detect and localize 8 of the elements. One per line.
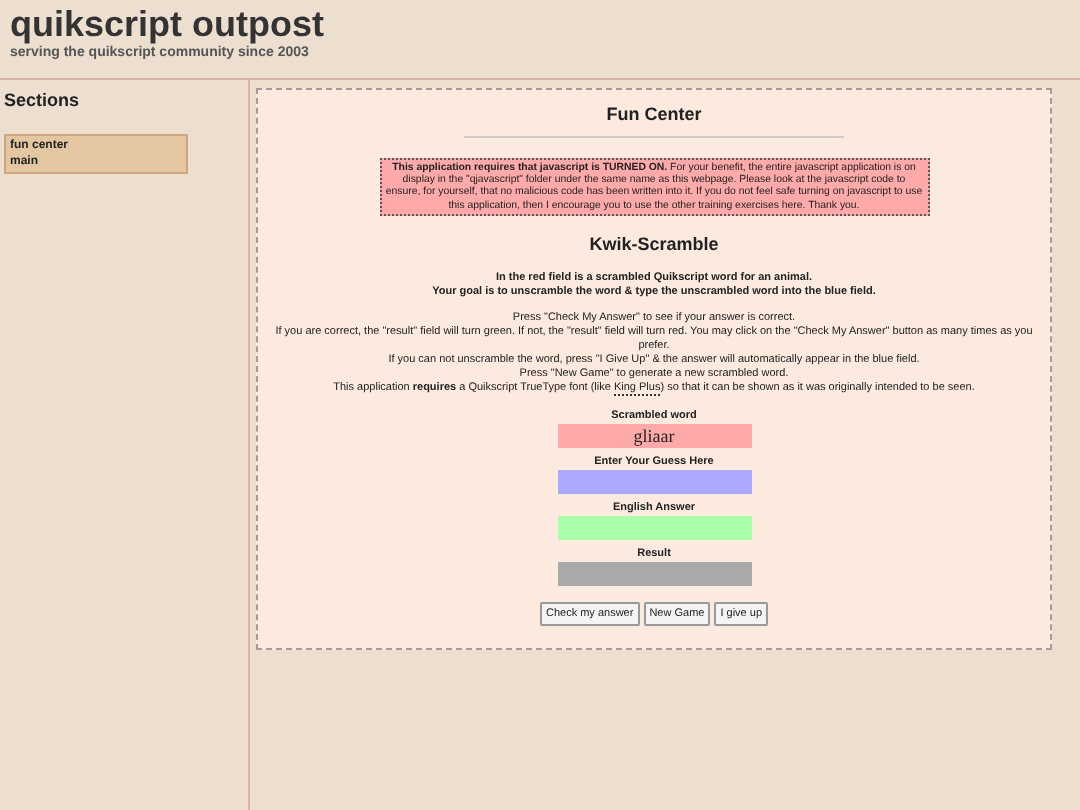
sidebar-heading: Sections (4, 88, 80, 114)
text-field[interactable] (557, 469, 751, 494)
text-field[interactable] (557, 561, 751, 586)
text-field[interactable] (557, 515, 751, 540)
page-heading: Fun Center (464, 102, 844, 137)
site-title: quikscript outpost (10, 4, 324, 44)
game-heading: Kwik-Scramble (589, 232, 719, 259)
text-field[interactable]: gliaar (557, 423, 751, 448)
